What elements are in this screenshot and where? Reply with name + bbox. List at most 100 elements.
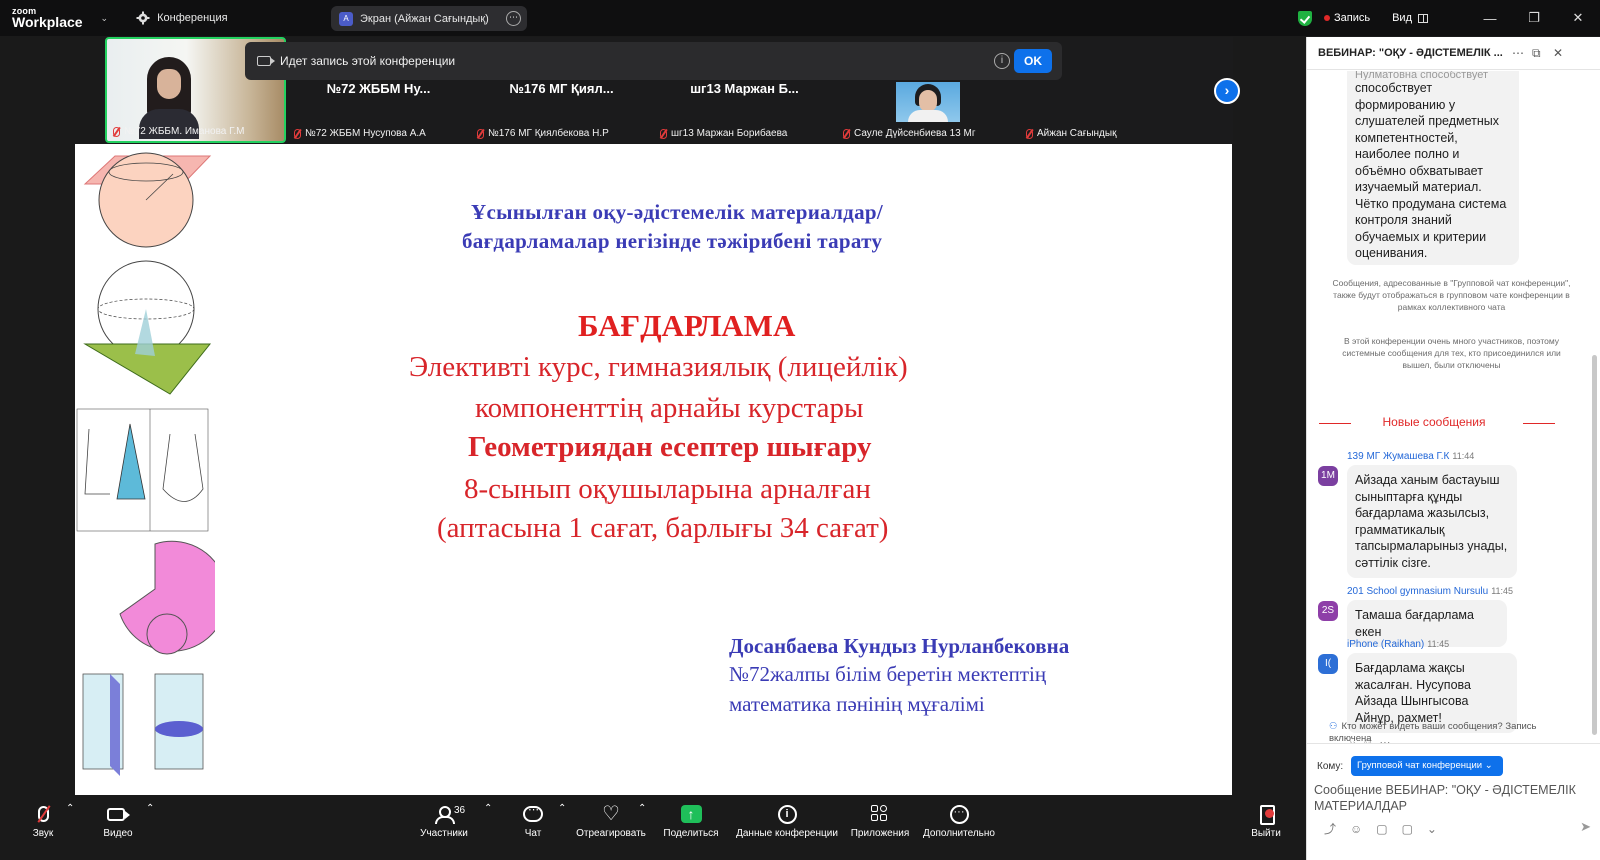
maximize-button[interactable]: ❐ bbox=[1512, 10, 1556, 26]
chat-panel: ВЕБИНАР: "ОҚУ - ӘДІСТЕМЕЛІК ... ⋯ ⧉ ✕ Ну… bbox=[1306, 37, 1600, 860]
slide-subtitle-1: Ұсынылған оқу-әдістемелік материалдар/ bbox=[471, 200, 883, 224]
heart-icon: ♡ bbox=[602, 803, 620, 825]
grid-icon bbox=[1418, 13, 1428, 23]
more-options-icon[interactable]: ⋯ bbox=[1512, 46, 1524, 60]
participants-count: 36 bbox=[454, 805, 466, 816]
recording-indicator[interactable]: Запись bbox=[1324, 12, 1370, 24]
recording-banner: Идет запись этой конференции i OK bbox=[245, 42, 1062, 80]
close-button[interactable]: ✕ bbox=[1556, 10, 1600, 26]
share-screen-pill[interactable]: A Экран (Айжан Сағындық) ⋯ bbox=[331, 6, 527, 31]
more-button[interactable]: ··· Дополнительно bbox=[920, 803, 998, 839]
participants-icon bbox=[435, 806, 455, 824]
muted-mic-icon bbox=[843, 128, 850, 139]
composer-tools[interactable]: ⤴☺▢▢⌄ bbox=[1324, 820, 1451, 837]
participant-name: №72 ЖББМ Нусупова А.А bbox=[294, 128, 426, 139]
share-arrow-icon: ↑ bbox=[680, 805, 702, 823]
participant-name: №176 МГ Қиялбекова Н.Р bbox=[477, 128, 609, 139]
participant-name: шг13 Маржан Борибаева bbox=[660, 128, 787, 139]
participants-button[interactable]: 36 Участники bbox=[418, 803, 470, 839]
slide-title: БАҒДАРЛАМА bbox=[578, 308, 796, 343]
view-button[interactable]: Вид bbox=[1392, 12, 1428, 24]
apps-button[interactable]: Приложения bbox=[848, 803, 912, 839]
react-options-chevron[interactable]: ⌃ bbox=[638, 803, 646, 814]
video-button[interactable]: Видео bbox=[100, 803, 136, 839]
video-options-chevron[interactable]: ⌃ bbox=[146, 803, 154, 814]
slide-line-5: (аптасына 1 сағат, барлығы 34 сағат) bbox=[437, 512, 889, 544]
more-dots-icon: ··· bbox=[949, 804, 969, 824]
chat-bubble-icon bbox=[523, 803, 543, 822]
muted-mic-icon bbox=[37, 806, 49, 822]
leave-door-icon bbox=[1257, 805, 1275, 825]
record-dot-icon bbox=[1324, 15, 1330, 21]
avatar[interactable]: 2S bbox=[1318, 601, 1338, 621]
avatar[interactable]: 1М bbox=[1318, 466, 1338, 486]
meeting-menu[interactable]: Конференция bbox=[136, 11, 228, 25]
participant-big-name: №72 ЖББМ Ну... bbox=[326, 81, 431, 96]
pop-out-icon[interactable]: ⧉ bbox=[1532, 46, 1541, 61]
muted-mic-icon bbox=[1026, 128, 1033, 139]
chat-header: ВЕБИНАР: "ОҚУ - ӘДІСТЕМЕЛІК ... ⋯ ⧉ ✕ bbox=[1307, 37, 1600, 70]
participant-big-name: шг13 Маржан Б... bbox=[690, 81, 799, 96]
info-icon[interactable]: i bbox=[994, 53, 1010, 69]
recording-icon bbox=[257, 56, 275, 66]
to-label: Кому: bbox=[1317, 761, 1344, 772]
audio-options-chevron[interactable]: ⌃ bbox=[66, 803, 74, 814]
message-sender[interactable]: 139 МГ Жумашева Г.К 11:44 bbox=[1347, 451, 1474, 462]
people-icon: ⚇ bbox=[1329, 721, 1338, 732]
chat-options-chevron[interactable]: ⌃ bbox=[558, 803, 566, 814]
logo-bottom-text: Workplace bbox=[12, 14, 83, 30]
view-label: Вид bbox=[1392, 12, 1412, 24]
audio-button[interactable]: Звук bbox=[28, 803, 58, 839]
ok-button[interactable]: OK bbox=[1014, 49, 1052, 73]
chat-scrollbar[interactable] bbox=[1592, 355, 1597, 735]
slide-job-line-1: №72жалпы білім беретін мектептің bbox=[729, 662, 1047, 686]
slide-line-3: Геометриядан есептер шығару bbox=[468, 431, 872, 463]
chat-message: Айзада ханым бастауыш сыныптарға құнды б… bbox=[1347, 465, 1517, 578]
zoom-logo: zoom Workplace bbox=[12, 7, 83, 30]
system-notice: В этой конференции очень много участнико… bbox=[1342, 336, 1561, 370]
next-page-button[interactable]: › bbox=[1214, 78, 1240, 104]
participant-avatar bbox=[896, 82, 960, 122]
shared-screen-slide: Ұсынылған оқу-әдістемелік материалдар/ б… bbox=[75, 144, 1232, 795]
chat-messages[interactable]: Нулматовна способствует способствует фор… bbox=[1307, 71, 1591, 743]
new-messages-divider: Новые сообщения bbox=[1319, 415, 1555, 429]
record-label: Запись bbox=[1334, 12, 1371, 24]
system-notice: Сообщения, адресованные в "Групповой чат… bbox=[1332, 278, 1571, 312]
share-button[interactable]: ↑ Поделиться bbox=[660, 803, 722, 839]
participant-name: Айжан Сағындық bbox=[1026, 128, 1116, 139]
send-icon[interactable]: ➤ bbox=[1580, 819, 1591, 835]
message-input[interactable]: Сообщение ВЕБИНАР: "ОҚУ - ӘДІСТЕМЕЛІК МА… bbox=[1314, 782, 1584, 814]
title-bar: zoom Workplace ⌄ Конференция A Экран (Ай… bbox=[0, 0, 1600, 36]
chat-button[interactable]: Чат bbox=[520, 803, 546, 839]
chevron-down-icon[interactable]: ⌄ bbox=[101, 13, 109, 24]
meeting-label: Конференция bbox=[157, 12, 228, 24]
react-button[interactable]: ♡ Отреагировать bbox=[574, 803, 648, 839]
muted-mic-icon bbox=[477, 128, 484, 139]
video-camera-icon bbox=[106, 807, 130, 821]
zoom-window: zoom Workplace ⌄ Конференция A Экран (Ай… bbox=[0, 0, 1600, 860]
share-label: Экран (Айжан Сағындық) bbox=[360, 12, 489, 25]
share-avatar: A bbox=[339, 11, 353, 26]
meeting-toolbar: Звук ⌃ Видео ⌃ 36 Участники ⌃ Чат ⌃ ♡ От… bbox=[0, 795, 1306, 860]
muted-mic-icon bbox=[113, 126, 120, 137]
participant-video bbox=[139, 57, 199, 139]
close-icon[interactable]: ✕ bbox=[1553, 46, 1563, 60]
banner-text: Идет запись этой конференции bbox=[280, 54, 456, 68]
slide-subtitle-2: бағдарламалар негізінде тәжірибені тарат… bbox=[462, 229, 883, 253]
message-sender[interactable]: iPhone (Raikhan) 11:45 bbox=[1347, 639, 1449, 650]
participants-options-chevron[interactable]: ⌃ bbox=[484, 803, 492, 814]
meeting-info-button[interactable]: i Данные конференции bbox=[734, 803, 840, 839]
security-shield-icon[interactable] bbox=[1298, 10, 1312, 26]
more-options-icon[interactable]: ⋯ bbox=[506, 11, 521, 26]
muted-mic-icon bbox=[294, 128, 301, 139]
recipient-dropdown[interactable]: Групповой чат конференции ⌄ bbox=[1351, 756, 1503, 776]
participant-big-name: №176 МГ Қиял... bbox=[509, 81, 614, 96]
leave-button[interactable]: Выйти bbox=[1248, 803, 1284, 839]
slide-line-2: компоненттің арнайы курстары bbox=[475, 392, 864, 424]
avatar[interactable]: I( bbox=[1318, 654, 1338, 674]
minimize-button[interactable]: — bbox=[1468, 11, 1512, 26]
message-sender[interactable]: 201 School gymnasium Nursulu 11:45 bbox=[1347, 586, 1513, 597]
who-can-see-link[interactable]: ⚇ Кто может видеть ваши сообщения? Запись… bbox=[1329, 721, 1579, 745]
chat-title: ВЕБИНАР: "ОҚУ - ӘДІСТЕМЕЛІК ... bbox=[1318, 47, 1503, 59]
slide-line-4: 8-сынып оқушыларына арналған bbox=[464, 473, 871, 505]
